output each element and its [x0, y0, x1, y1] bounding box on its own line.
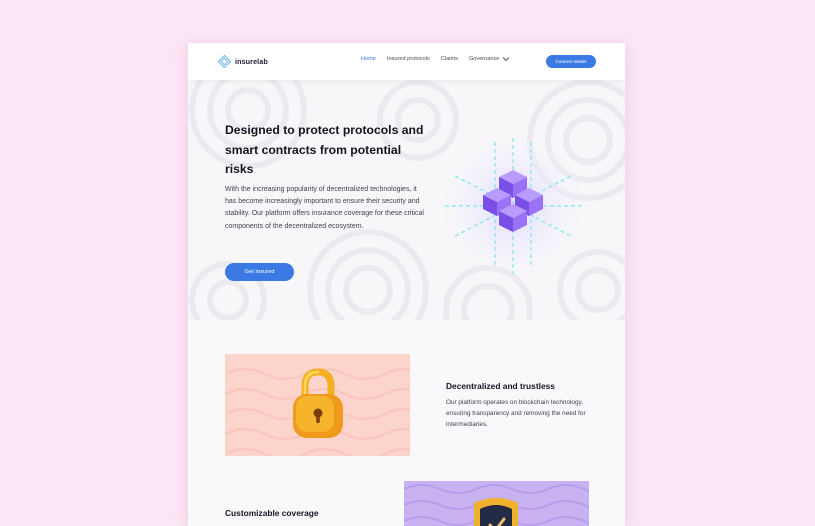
feature-title: Customizable coverage [225, 508, 319, 518]
padlock-illustration [225, 368, 410, 456]
hero-title: Designed to protect protocols and smart … [225, 123, 424, 176]
lock-feature-card [225, 354, 410, 456]
nav-governance-label: Governance [468, 56, 500, 62]
connect-wallet-button[interactable]: Connect Wallet [546, 55, 596, 68]
feature-title: Decentralized and trustless [446, 381, 555, 391]
nav-home[interactable]: Home [361, 56, 376, 62]
logo-diamond-icon [218, 55, 231, 68]
nav-claims[interactable]: Claims [441, 56, 458, 62]
chevron-down-icon [503, 57, 510, 62]
browser-frame: insurelab Home Insured protocols Claims … [188, 43, 625, 526]
nav-insured-protocols[interactable]: Insured protocols [387, 56, 430, 62]
nav-links: Home Insured protocols Claims Governance [361, 56, 510, 62]
shield-feature-card [404, 481, 589, 526]
shield-check-illustration [404, 484, 589, 526]
features-section: Decentralized and trustless Our platform… [188, 320, 625, 526]
nav-governance-dropdown[interactable]: Governance [469, 56, 510, 62]
hero-description: With the increasing popularity of decent… [225, 186, 424, 230]
blockchain-cubes-illustration [445, 138, 581, 274]
hero-section: Designed to protect protocols and smart … [188, 80, 625, 320]
logo-text: insurelab [235, 57, 268, 66]
get-insured-button[interactable]: Get insured [225, 263, 294, 281]
feature-description: Our platform operates on blockchain tech… [446, 399, 586, 428]
top-navbar: insurelab Home Insured protocols Claims … [188, 43, 625, 80]
logo[interactable]: insurelab [218, 55, 268, 68]
